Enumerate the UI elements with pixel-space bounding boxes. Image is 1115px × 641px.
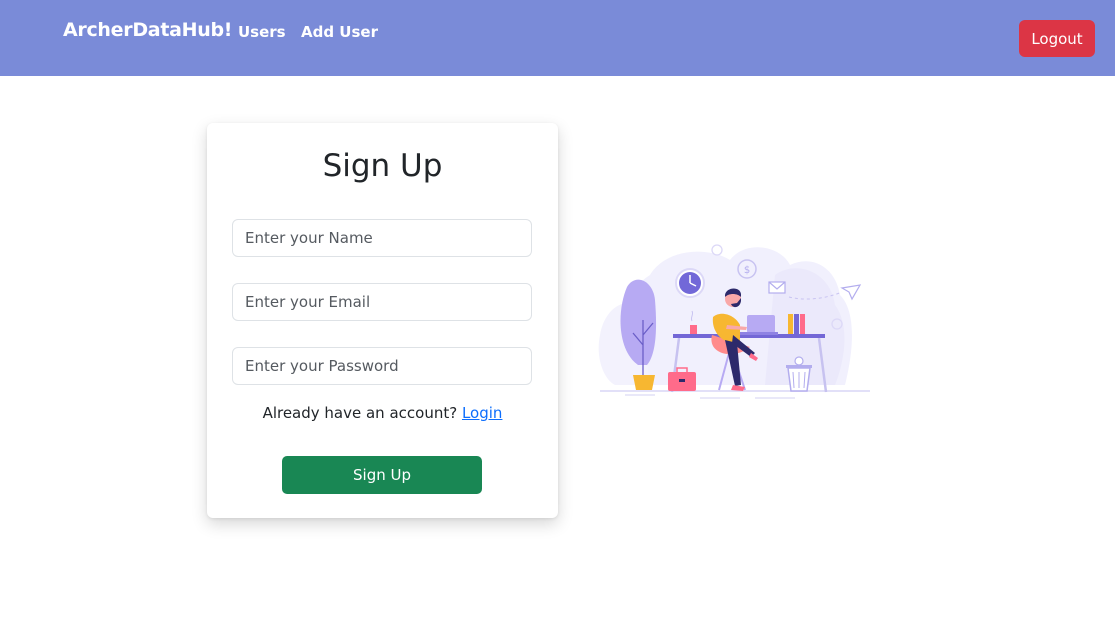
- email-input[interactable]: [232, 283, 532, 321]
- top-navbar: ArcherDataHub! Users Add User Logout: [0, 0, 1115, 76]
- signup-card: Sign Up Already have an account? Login S…: [207, 123, 558, 518]
- person-working-at-desk-illustration: $: [598, 244, 870, 399]
- name-input[interactable]: [232, 219, 532, 257]
- nav-link-users[interactable]: Users: [238, 23, 286, 41]
- svg-text:$: $: [744, 265, 750, 276]
- brand-logo[interactable]: ArcherDataHub!: [63, 19, 232, 41]
- login-link[interactable]: Login: [462, 404, 502, 422]
- signup-button[interactable]: Sign Up: [282, 456, 482, 494]
- signup-title: Sign Up: [322, 148, 443, 184]
- nav-link-add-user[interactable]: Add User: [301, 23, 378, 41]
- logout-button[interactable]: Logout: [1019, 20, 1095, 57]
- login-prompt: Already have an account? Login: [207, 404, 558, 422]
- account-prompt-text: Already have an account?: [262, 404, 458, 422]
- password-input[interactable]: [232, 347, 532, 385]
